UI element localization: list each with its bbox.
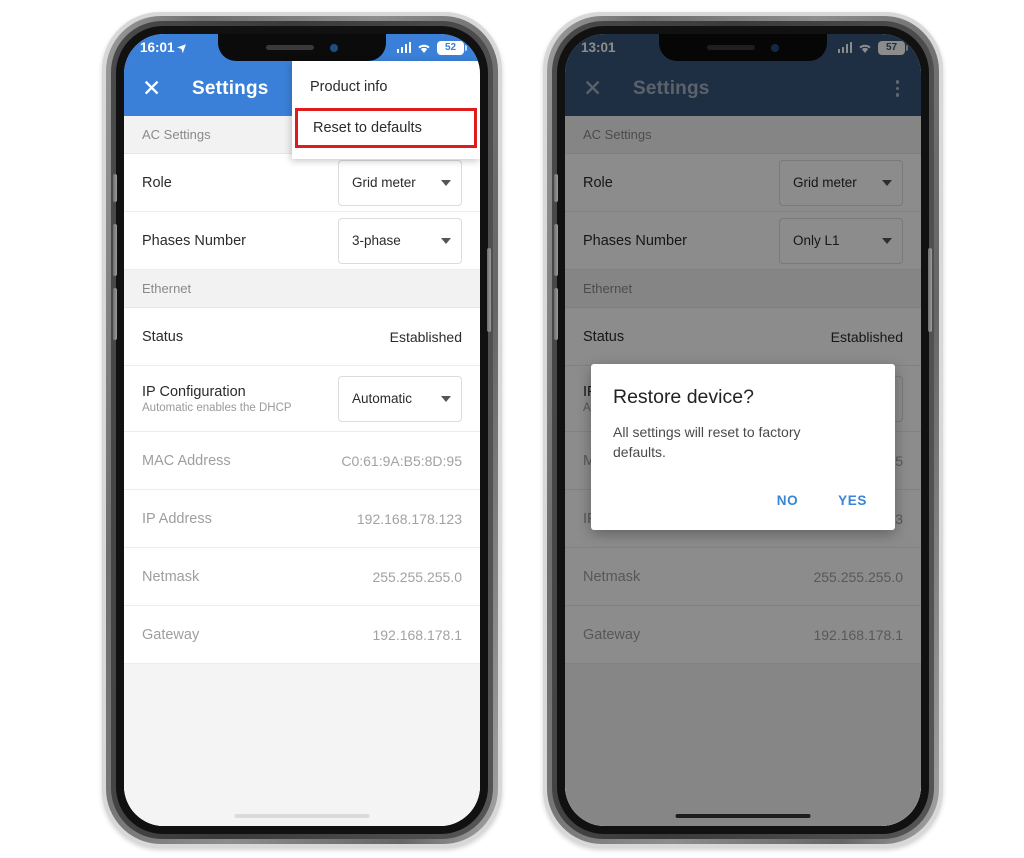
restore-device-dialog: Restore device? All settings will reset t… xyxy=(591,364,895,530)
row-label-wrap: IP Address xyxy=(142,511,357,527)
phone-screen: 13:01 57 ✕ Settings AC Settings Role Grid mete… xyxy=(565,34,921,826)
row-sublabel: Automatic enables the DHCP xyxy=(142,401,292,414)
row-label-wrap: IP ConfigurationAutomatic enables the DH… xyxy=(142,384,338,414)
cellular-signal-icon xyxy=(396,42,411,53)
dialog-body: All settings will reset to factory defau… xyxy=(613,424,801,460)
row-label: Netmask xyxy=(142,568,200,585)
side-button-volup[interactable] xyxy=(113,224,117,276)
row-dropdown-value: 3-phase xyxy=(352,233,401,248)
row-label-wrap: Status xyxy=(142,329,390,345)
side-button-power[interactable] xyxy=(487,248,491,332)
row-dropdown-value: Automatic xyxy=(352,391,413,406)
menu-item-reset-to-defaults[interactable]: Reset to defaults xyxy=(295,108,477,148)
row-dropdown[interactable]: 3-phase xyxy=(338,217,462,264)
side-button-voldn[interactable] xyxy=(113,288,117,340)
wifi-icon xyxy=(418,44,430,53)
front-camera xyxy=(330,43,338,52)
page-title: Settings xyxy=(192,77,269,99)
side-button-mute[interactable] xyxy=(113,174,117,202)
dialog-no-button[interactable]: NO xyxy=(771,489,804,512)
row-label: Gateway xyxy=(142,626,200,643)
settings-row: Netmask 255.255.255.0 xyxy=(124,548,480,606)
list-empty-space xyxy=(124,664,480,826)
row-label: MAC Address xyxy=(142,452,231,469)
dialog-yes-button[interactable]: YES xyxy=(832,489,873,512)
settings-row[interactable]: Phases Number 3-phase xyxy=(124,212,480,270)
chevron-down-icon xyxy=(441,237,451,244)
settings-row[interactable]: Role Grid meter xyxy=(124,154,480,212)
row-value: C0:61:9A:B5:8D:95 xyxy=(341,452,462,469)
home-indicator[interactable] xyxy=(675,814,811,818)
row-label-wrap: MAC Address xyxy=(142,453,341,469)
row-value: Established xyxy=(389,328,462,345)
row-label-wrap: Role xyxy=(142,175,338,191)
phone-chassis-mid: 16:01 ➤ 52 ✕ Settings AC Settings Role Grid met… xyxy=(111,21,493,839)
row-value: 255.255.255.0 xyxy=(372,568,462,585)
menu-item-product-info[interactable]: Product info xyxy=(292,68,480,106)
phone-chassis-mid: 13:01 57 ✕ Settings AC Settings Role Grid mete… xyxy=(552,21,934,839)
phone-bezel: 16:01 ➤ 52 ✕ Settings AC Settings Role Grid met… xyxy=(113,26,491,834)
home-indicator[interactable] xyxy=(234,814,370,818)
battery-indicator: 52 xyxy=(437,40,467,55)
row-dropdown[interactable]: Grid meter xyxy=(338,159,462,206)
overflow-menu: Product info Reset to defaults xyxy=(292,61,480,159)
row-label: Phases Number xyxy=(142,232,246,249)
close-x-icon[interactable]: ✕ xyxy=(142,77,168,100)
phone-chassis: 16:01 ➤ 52 ✕ Settings AC Settings Role Grid met… xyxy=(106,16,498,844)
row-dropdown[interactable]: Automatic xyxy=(338,375,462,422)
row-value: 192.168.178.123 xyxy=(356,510,462,527)
notch xyxy=(218,34,386,61)
status-bar-clock: 16:01 xyxy=(140,40,175,55)
side-button-voldn[interactable] xyxy=(554,288,558,340)
settings-list: AC Settings Role Grid meter Phases Number 3-… xyxy=(124,116,480,826)
row-label-wrap: Netmask xyxy=(142,569,372,585)
settings-row: Status Established xyxy=(124,308,480,366)
right-phone: 13:01 57 ✕ Settings AC Settings Role Grid mete… xyxy=(543,12,943,848)
location-arrow-icon: ➤ xyxy=(174,40,190,56)
row-label: Status xyxy=(142,328,184,345)
row-label: IP Configuration xyxy=(142,383,246,400)
side-button-power[interactable] xyxy=(928,248,932,332)
battery-level-text: 52 xyxy=(444,42,457,53)
phone-chassis: 13:01 57 ✕ Settings AC Settings Role Grid mete… xyxy=(547,16,939,844)
row-label: Role xyxy=(142,174,172,191)
row-label-wrap: Gateway xyxy=(142,627,372,643)
settings-row: IP Address 192.168.178.123 xyxy=(124,490,480,548)
section-header-ethernet: Ethernet xyxy=(124,270,480,308)
side-button-volup[interactable] xyxy=(554,224,558,276)
dialog-actions: NO YES xyxy=(613,489,873,522)
phone-bezel: 13:01 57 ✕ Settings AC Settings Role Grid mete… xyxy=(554,26,932,834)
earpiece-speaker xyxy=(266,45,314,50)
screenshot-stage: 16:01 ➤ 52 ✕ Settings AC Settings Role Grid met… xyxy=(0,0,1024,858)
chevron-down-icon xyxy=(441,395,451,402)
settings-row[interactable]: IP ConfigurationAutomatic enables the DH… xyxy=(124,366,480,432)
left-phone: 16:01 ➤ 52 ✕ Settings AC Settings Role Grid met… xyxy=(102,12,502,848)
phone-screen: 16:01 ➤ 52 ✕ Settings AC Settings Role Grid met… xyxy=(124,34,480,826)
row-dropdown-value: Grid meter xyxy=(352,175,416,190)
settings-row: Gateway 192.168.178.1 xyxy=(124,606,480,664)
dialog-title: Restore device? xyxy=(613,386,754,408)
settings-row: MAC Address C0:61:9A:B5:8D:95 xyxy=(124,432,480,490)
row-label-wrap: Phases Number xyxy=(142,233,338,249)
chevron-down-icon xyxy=(441,179,451,186)
row-label: IP Address xyxy=(142,510,212,527)
status-bar-right: 52 xyxy=(396,40,467,55)
side-button-mute[interactable] xyxy=(554,174,558,202)
row-value: 192.168.178.1 xyxy=(372,626,462,643)
